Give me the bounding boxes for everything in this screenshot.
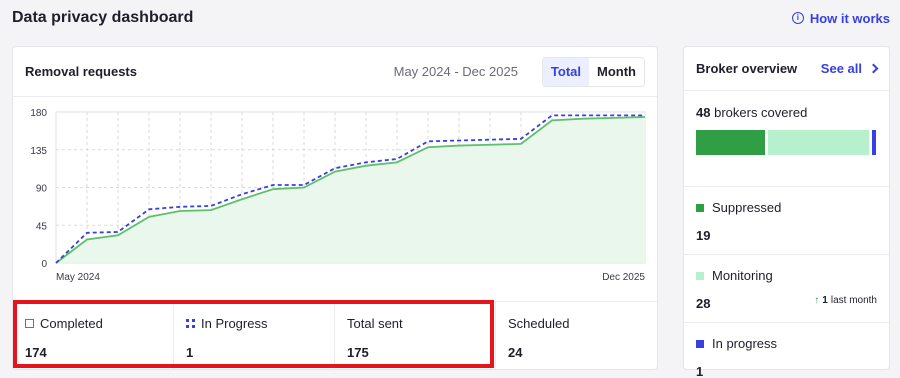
legend-in-progress: In progress 1: [684, 323, 889, 378]
how-it-works-link[interactable]: i How it works: [791, 10, 890, 26]
removal-chart-svg: 0 45 90 135 180 May 2024 Dec 2025: [30, 108, 646, 283]
toggle-total[interactable]: Total: [542, 57, 590, 86]
stat-in-progress-value: 1: [186, 345, 194, 360]
trend-text: last month: [830, 295, 877, 306]
removal-requests-card: Removal requests May 2024 - Dec 2025 Tot…: [12, 46, 658, 370]
stat-total-sent-label: Total sent: [347, 316, 403, 331]
stat-completed: Completed 174: [13, 302, 174, 369]
removal-card-header: Removal requests May 2024 - Dec 2025 Tot…: [13, 47, 657, 97]
removal-card-title: Removal requests: [25, 64, 137, 79]
in-progress-dots-icon: [186, 319, 195, 328]
monitoring-square-icon: [696, 271, 704, 280]
date-range[interactable]: May 2024 - Dec 2025: [394, 64, 518, 79]
bar-segment-in-progress: [872, 130, 876, 155]
page-header: Data privacy dashboard i How it works: [12, 6, 890, 30]
bar-segment-suppressed: [696, 130, 765, 155]
see-all-label: See all: [820, 61, 862, 76]
completed-marker-icon: [25, 319, 34, 328]
legend-in-progress-label: In progress: [712, 336, 778, 351]
chevron-right-icon: [868, 63, 879, 74]
stats-row: Completed 174 In Progress 1 Total sent 1…: [13, 301, 657, 369]
toggle-month[interactable]: Month: [589, 57, 644, 86]
broker-overview-card: Broker overview See all 48 brokers cover…: [683, 46, 890, 378]
legend-monitoring: Monitoring 28 ↑ 1 last month: [684, 255, 889, 323]
stat-in-progress-label: In Progress: [201, 316, 268, 331]
trend-count: 1: [822, 295, 828, 306]
suppressed-square-icon: [696, 203, 704, 212]
y-tick-label: 135: [30, 146, 47, 157]
stat-completed-label: Completed: [40, 316, 103, 331]
stat-in-progress: In Progress 1: [174, 302, 335, 369]
broker-card-title: Broker overview: [696, 61, 798, 76]
legend-in-progress-value: 1: [696, 364, 704, 378]
legend-suppressed-value: 19: [696, 228, 711, 243]
arrow-up-icon: ↑: [814, 295, 820, 306]
removal-chart: 0 45 90 135 180 May 2024 Dec 2025: [13, 98, 657, 298]
monitoring-trend: ↑ 1 last month: [814, 295, 877, 306]
y-tick-label: 90: [36, 184, 48, 195]
legend-monitoring-label: Monitoring: [712, 268, 773, 283]
y-tick-label: 180: [30, 108, 47, 119]
see-all-link[interactable]: See all: [820, 61, 879, 76]
brokers-covered: 48 brokers covered: [696, 105, 877, 120]
broker-card-header: Broker overview See all: [684, 47, 889, 91]
view-toggle: Total Month: [541, 56, 645, 87]
brokers-covered-count: 48: [696, 105, 711, 120]
stat-total-sent: Total sent 175: [335, 302, 496, 369]
stat-scheduled-value: 24: [508, 345, 523, 360]
brokers-covered-text: brokers covered: [714, 105, 808, 120]
x-tick-label-end: Dec 2025: [602, 272, 645, 283]
legend-suppressed-label: Suppressed: [712, 200, 782, 215]
stat-total-sent-value: 175: [347, 345, 369, 360]
completed-area: [56, 117, 645, 264]
stat-scheduled-label: Scheduled: [508, 316, 570, 331]
y-tick-label: 45: [36, 221, 48, 232]
y-tick-label: 0: [41, 259, 47, 270]
page-title: Data privacy dashboard: [12, 9, 194, 26]
in-progress-square-icon: [696, 339, 704, 348]
broker-distribution-bar: [696, 130, 876, 155]
how-it-works-label: How it works: [809, 10, 890, 26]
stat-completed-value: 174: [25, 345, 47, 360]
legend-suppressed: Suppressed 19: [684, 187, 889, 255]
bar-segment-monitoring: [768, 130, 869, 155]
info-icon: i: [791, 12, 804, 24]
x-tick-label-start: May 2024: [56, 272, 100, 283]
stat-scheduled: Scheduled 24: [496, 302, 657, 369]
brokers-covered-section: 48 brokers covered: [684, 91, 889, 187]
